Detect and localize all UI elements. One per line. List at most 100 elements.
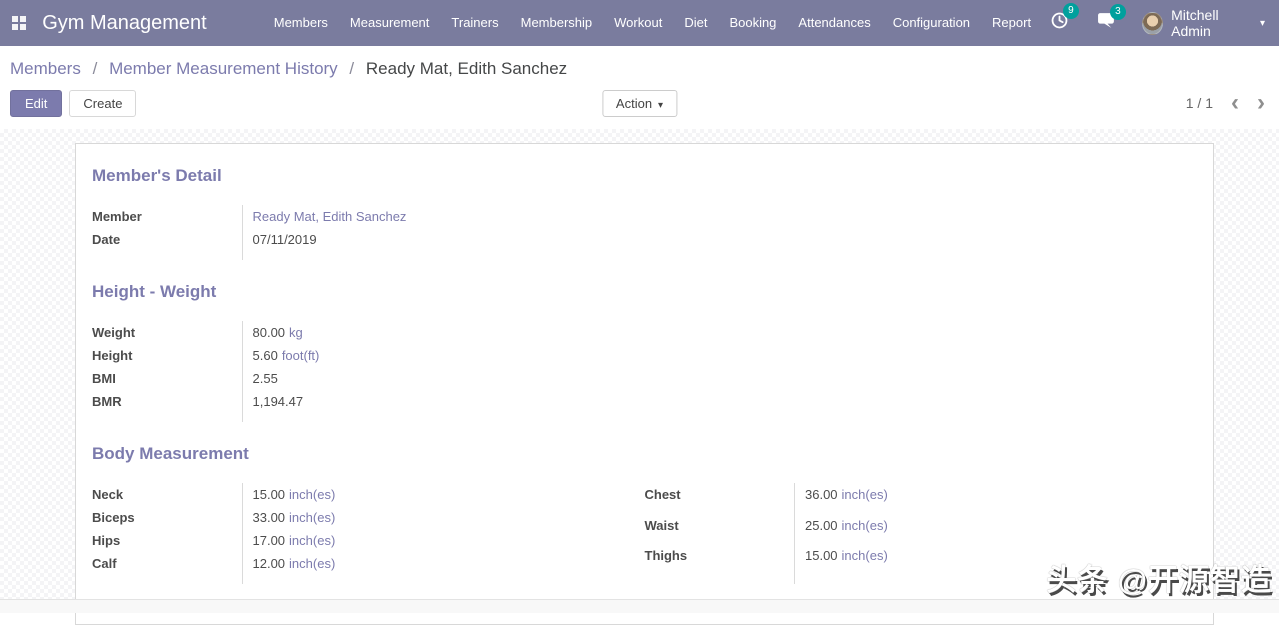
- chevron-down-icon: ▾: [658, 100, 663, 111]
- nav-item-membership[interactable]: Membership: [510, 0, 604, 46]
- field-row-neck: Neck 15.00inch(es): [92, 483, 645, 506]
- field-row-waist: Waist 25.00 inch(es): [645, 514, 1198, 545]
- body-measurement-left-group: Neck 15.00inch(es) Biceps 33.00inch(es) …: [92, 483, 645, 584]
- field-label: BMR: [92, 390, 242, 413]
- field-value: 33.00: [253, 510, 286, 525]
- field-value: 15.00: [805, 548, 838, 563]
- members-detail-group: Member Ready Mat, Edith Sanchez Date 07/…: [92, 205, 645, 260]
- field-label: Hips: [92, 529, 242, 552]
- field-row-member: Member Ready Mat, Edith Sanchez: [92, 205, 645, 228]
- field-row-calf: Calf 12.00inch(es): [92, 552, 645, 575]
- messages-button[interactable]: 3: [1097, 12, 1116, 34]
- nav-item-booking[interactable]: Booking: [718, 0, 787, 46]
- field-unit: inch(es): [289, 533, 335, 548]
- apps-menu-button[interactable]: [0, 0, 38, 46]
- user-avatar: [1142, 12, 1163, 35]
- top-navbar: Gym Management Members Measurement Train…: [0, 0, 1279, 46]
- field-label: Calf: [92, 552, 242, 575]
- field-unit: inch(es): [289, 510, 335, 525]
- nav-item-diet[interactable]: Diet: [673, 0, 718, 46]
- field-label: Member: [92, 205, 242, 228]
- pager-next-icon[interactable]: ›: [1257, 93, 1265, 113]
- field-label: Waist: [645, 514, 795, 545]
- breadcrumb-measurement-history-link[interactable]: Member Measurement History: [109, 59, 338, 78]
- create-button[interactable]: Create: [69, 90, 136, 117]
- member-link[interactable]: Ready Mat, Edith Sanchez: [253, 209, 407, 224]
- breadcrumb-members-link[interactable]: Members: [10, 59, 81, 78]
- app-title[interactable]: Gym Management: [42, 12, 207, 35]
- field-value: 25.00: [805, 518, 838, 533]
- field-row-biceps: Biceps 33.00inch(es): [92, 506, 645, 529]
- field-value: 1,194.47: [242, 390, 645, 413]
- field-value: 5.60: [253, 348, 278, 363]
- field-value: 36.00: [805, 487, 838, 502]
- messages-count-badge: 3: [1110, 4, 1126, 20]
- breadcrumb: Members / Member Measurement History / R…: [10, 58, 1269, 80]
- watermark-text: 头条 @开源智造: [1046, 555, 1272, 599]
- section-members-detail: Member's Detail Member Ready Mat, Edith …: [92, 166, 1197, 260]
- form-sheet: Member's Detail Member Ready Mat, Edith …: [75, 143, 1214, 625]
- activities-button[interactable]: 9: [1050, 11, 1069, 35]
- field-value: 12.00: [253, 556, 286, 571]
- field-value: 2.55: [242, 367, 645, 390]
- page-bottom-strip: [0, 599, 1279, 613]
- field-label: Date: [92, 228, 242, 251]
- field-label: Weight: [92, 321, 242, 344]
- chevron-down-icon: ▾: [1260, 18, 1265, 29]
- nav-item-attendances[interactable]: Attendances: [787, 0, 881, 46]
- field-label: Neck: [92, 483, 242, 506]
- edit-button[interactable]: Edit: [10, 90, 62, 117]
- field-unit: kg: [289, 325, 303, 340]
- nav-item-report[interactable]: Report: [981, 0, 1042, 46]
- form-view-background: Member's Detail Member Ready Mat, Edith …: [0, 129, 1279, 599]
- field-unit: inch(es): [289, 556, 335, 571]
- field-value: 15.00: [253, 487, 286, 502]
- nav-item-configuration[interactable]: Configuration: [882, 0, 981, 46]
- section-title: Body Measurement: [92, 444, 1197, 464]
- pager: 1 / 1 ‹ ›: [1186, 93, 1265, 113]
- field-row-date: Date 07/11/2019: [92, 228, 645, 251]
- section-title: Member's Detail: [92, 166, 1197, 186]
- field-row-hips: Hips 17.00inch(es): [92, 529, 645, 552]
- field-label: Height: [92, 344, 242, 367]
- section-height-weight: Height - Weight Weight 80.00kg Height 5.…: [92, 282, 1197, 422]
- main-menu: Members Measurement Trainers Membership …: [263, 0, 1042, 46]
- nav-item-measurement[interactable]: Measurement: [339, 0, 440, 46]
- nav-item-members[interactable]: Members: [263, 0, 339, 46]
- field-unit: inch(es): [842, 518, 888, 533]
- breadcrumb-separator: /: [93, 59, 98, 78]
- field-row-chest: Chest 36.00 inch(es): [645, 483, 1198, 514]
- field-value: 80.00: [253, 325, 286, 340]
- field-unit: foot(ft): [282, 348, 320, 363]
- height-weight-group: Weight 80.00kg Height 5.60 foot(ft) BMI 2…: [92, 321, 645, 422]
- field-label: BMI: [92, 367, 242, 390]
- field-unit: inch(es): [842, 487, 888, 502]
- field-row-height: Height 5.60 foot(ft): [92, 344, 645, 367]
- field-value: 07/11/2019: [242, 228, 645, 251]
- record-buttons: Edit Create: [10, 90, 136, 117]
- field-unit: inch(es): [289, 487, 335, 502]
- toolbar: Edit Create Action ▾ 1 / 1 ‹ ›: [10, 90, 1269, 119]
- control-panel: Members / Member Measurement History / R…: [0, 46, 1279, 129]
- breadcrumb-current: Ready Mat, Edith Sanchez: [366, 59, 567, 78]
- user-menu[interactable]: Mitchell Admin ▾: [1142, 7, 1265, 39]
- section-title: Height - Weight: [92, 282, 1197, 302]
- field-row-bmi: BMI 2.55: [92, 367, 645, 390]
- field-label: Chest: [645, 483, 795, 514]
- field-row-bmr: BMR 1,194.47: [92, 390, 645, 413]
- breadcrumb-separator: /: [349, 59, 354, 78]
- navbar-systray: 9 3 Mitchell Admin ▾: [1042, 7, 1265, 39]
- section-body-measurement: Body Measurement Neck 15.00inch(es) Bice…: [92, 444, 1197, 584]
- field-value: 17.00: [253, 533, 286, 548]
- field-label: Thighs: [645, 544, 795, 575]
- action-label: Action: [616, 96, 652, 111]
- pager-previous-icon[interactable]: ‹: [1231, 93, 1239, 113]
- pager-value: 1 / 1: [1186, 95, 1213, 111]
- field-unit: inch(es): [842, 548, 888, 563]
- field-row-weight: Weight 80.00kg: [92, 321, 645, 344]
- action-dropdown-button[interactable]: Action ▾: [602, 90, 677, 117]
- activities-count-badge: 9: [1063, 3, 1079, 19]
- nav-item-workout[interactable]: Workout: [603, 0, 673, 46]
- field-label: Biceps: [92, 506, 242, 529]
- nav-item-trainers[interactable]: Trainers: [440, 0, 509, 46]
